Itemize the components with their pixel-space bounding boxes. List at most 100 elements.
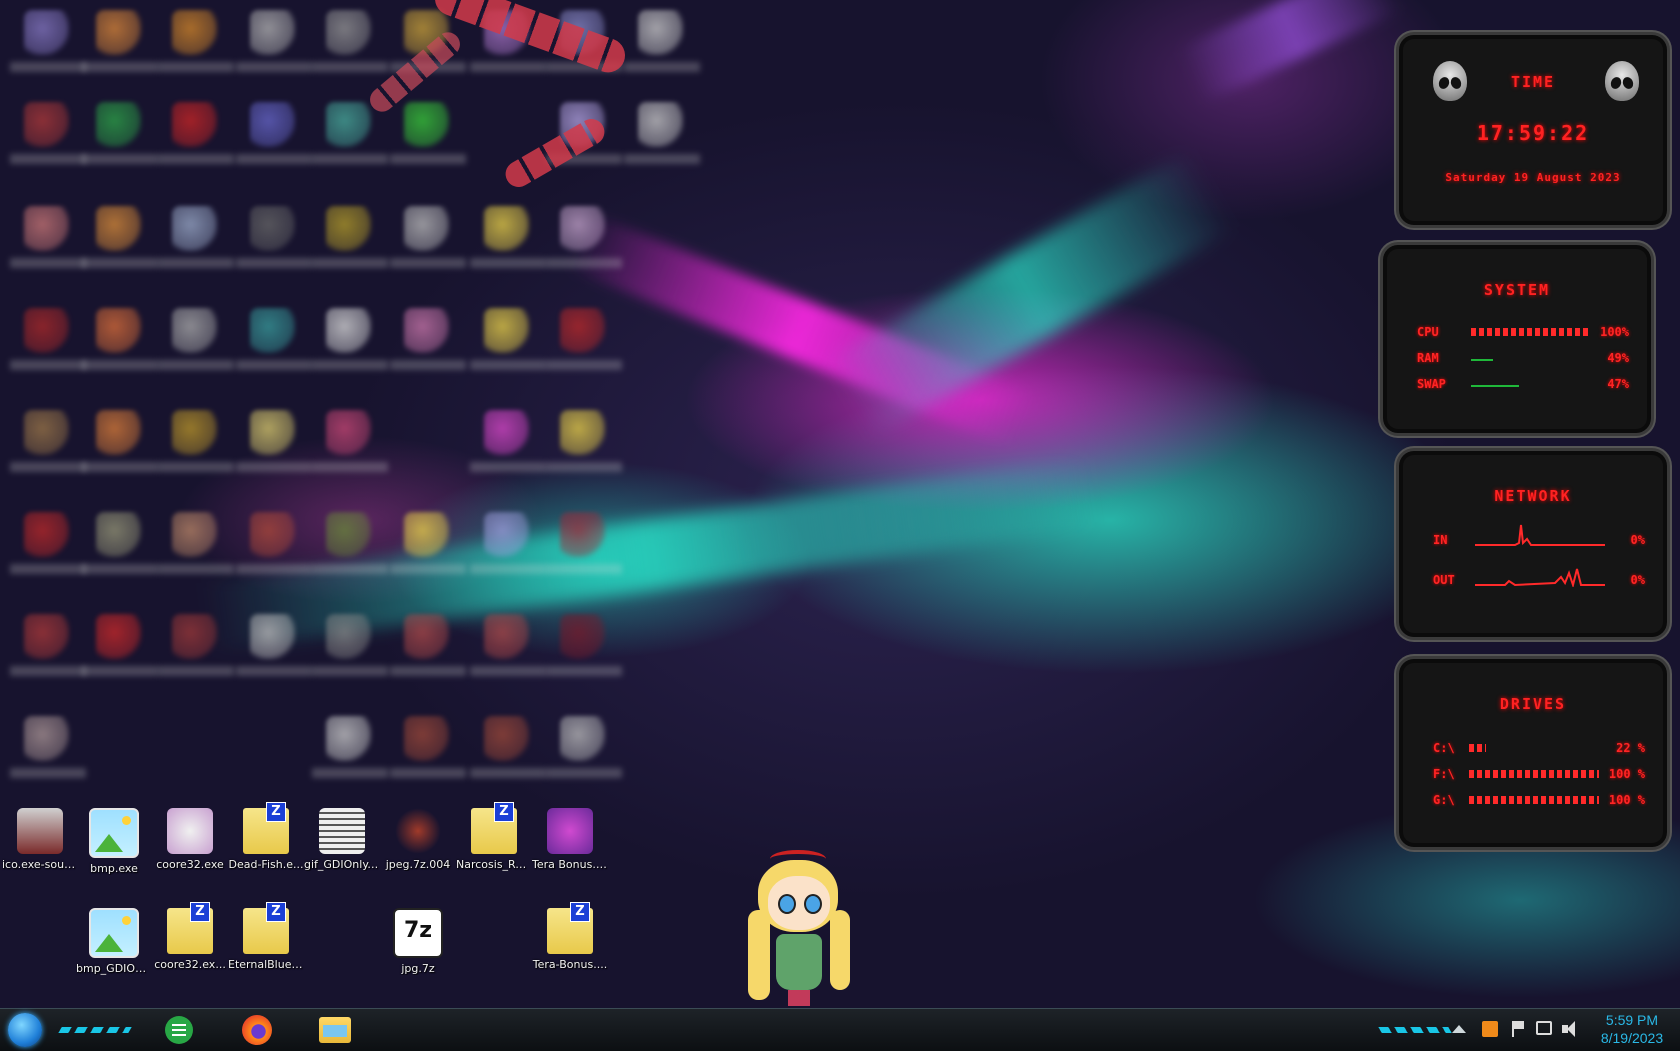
network-out-label: OUT (1433, 573, 1455, 587)
desktop-icon[interactable]: Z Narcosis_Re... (456, 802, 532, 871)
time-widget[interactable]: TIME 17:59:22 Saturday 19 August 2023 (1396, 32, 1670, 228)
taskbar-firefox[interactable] (238, 1013, 276, 1047)
show-hidden-icons-button[interactable] (1452, 1025, 1466, 1033)
glitched-desktop-icon[interactable] (158, 614, 234, 676)
network-widget[interactable]: NETWORK IN 0% OUT 0% (1396, 448, 1670, 640)
glitched-desktop-icon[interactable] (10, 410, 86, 472)
mascot-character-sticker (740, 850, 860, 1010)
desktop-icon[interactable]: gif_GDIOnly.7z (304, 808, 380, 871)
glitched-desktop-icon[interactable] (470, 614, 546, 676)
desktop-icon[interactable]: 7z jpg.7z (380, 908, 456, 975)
zip-folder-icon: Z (547, 902, 593, 954)
zip-folder-icon: Z (471, 802, 517, 854)
action-center-flag-icon[interactable] (1512, 1021, 1528, 1037)
glitched-desktop-icon[interactable] (470, 308, 546, 370)
system-widget[interactable]: SYSTEM CPU 100% RAM 49% SWAP 47% (1380, 242, 1654, 436)
desktop-icon-label: ico.exe-sour... (2, 858, 78, 871)
glitched-desktop-icon[interactable] (312, 410, 388, 472)
glitched-desktop-icon[interactable] (546, 512, 622, 574)
drive-row-value: 100 % (1608, 767, 1645, 781)
zip-badge-icon: Z (266, 802, 286, 822)
glitched-icon-label (390, 768, 466, 778)
glitched-desktop-icon[interactable] (312, 716, 388, 778)
glitched-desktop-icon[interactable] (546, 206, 622, 268)
desktop-icon[interactable]: Z EternalBlue.... (228, 902, 304, 971)
glitched-desktop-icon[interactable] (158, 410, 234, 472)
glitched-desktop-icon[interactable] (470, 206, 546, 268)
glitched-desktop-icon[interactable] (10, 512, 86, 574)
glitched-desktop-icon[interactable] (390, 206, 466, 268)
glitched-desktop-icon[interactable] (546, 614, 622, 676)
glitched-desktop-icon[interactable] (470, 512, 546, 574)
glitched-icon-label (10, 768, 86, 778)
glitched-desktop-icon[interactable] (546, 308, 622, 370)
drives-widget[interactable]: DRIVES C:\ 22 % F:\ 100 % G:\ 100 % (1396, 656, 1670, 850)
glitched-desktop-icon[interactable] (236, 410, 312, 472)
glitched-desktop-icon[interactable] (312, 206, 388, 268)
glitched-desktop-icon[interactable] (390, 512, 466, 574)
glitched-icon-label (82, 564, 158, 574)
glitched-desktop-icon[interactable] (82, 10, 158, 72)
tray-app-icon[interactable] (1482, 1021, 1498, 1037)
glitched-desktop-icon[interactable] (236, 614, 312, 676)
glitched-desktop-icon[interactable] (236, 206, 312, 268)
desktop-icon[interactable]: jpeg.7z.004 (380, 808, 456, 871)
glitched-desktop-icon[interactable] (624, 102, 700, 164)
taskbar-file-explorer[interactable] (316, 1013, 354, 1047)
glitched-desktop-icon[interactable] (10, 614, 86, 676)
glitched-desktop-icon[interactable] (158, 512, 234, 574)
desktop-icon[interactable]: Zcoore32.ex... (152, 902, 228, 971)
glitched-desktop-icon[interactable] (82, 614, 158, 676)
volume-tray-icon[interactable] (1562, 1021, 1578, 1037)
glitched-icon-label (10, 360, 86, 370)
glitched-desktop-icon[interactable] (390, 716, 466, 778)
desktop-icon[interactable]: coore32.exe (152, 808, 228, 871)
glitched-desktop-icon[interactable] (546, 716, 622, 778)
glitched-desktop-icon[interactable] (312, 308, 388, 370)
app-icon (547, 808, 593, 854)
glitched-desktop-icon[interactable] (10, 206, 86, 268)
desktop-icon[interactable]: Tera Bonus.exe (532, 808, 608, 871)
glitched-desktop-icon[interactable] (312, 614, 388, 676)
glitched-desktop-icon[interactable] (82, 206, 158, 268)
desktop-icon[interactable]: Z Dead-Fish.e... (228, 802, 304, 871)
glitched-desktop-icon[interactable] (158, 10, 234, 72)
taskbar-clock[interactable]: 5:59 PM 8/19/2023 (1588, 1011, 1676, 1047)
glitched-desktop-icon[interactable] (10, 102, 86, 164)
desktop-icon[interactable]: ico.exe-sour... (2, 808, 78, 871)
glitched-desktop-icon[interactable] (390, 308, 466, 370)
taskbar-notes-app[interactable] (160, 1013, 198, 1047)
glitched-desktop-icon[interactable] (236, 102, 312, 164)
glitched-desktop-icon[interactable] (158, 308, 234, 370)
glitched-desktop-icon[interactable] (390, 614, 466, 676)
glitched-desktop-icon[interactable] (158, 206, 234, 268)
glitched-desktop-icon[interactable] (470, 410, 546, 472)
glitched-desktop-icon[interactable] (82, 102, 158, 164)
glitched-desktop-icon[interactable] (236, 512, 312, 574)
desktop-icon-label: Tera-Bonus.... (532, 958, 608, 971)
glitched-desktop-icon[interactable] (236, 10, 312, 72)
glitched-desktop-icon[interactable] (82, 512, 158, 574)
glitched-desktop-icon[interactable] (82, 308, 158, 370)
desktop-icon-label: coore32.exe (156, 858, 224, 871)
desktop-icon[interactable]: Z Tera-Bonus.... (532, 902, 608, 971)
glitched-desktop-icon[interactable] (312, 512, 388, 574)
desktop-icon[interactable]: bmp.exe (76, 808, 152, 875)
glitched-desktop-icon[interactable] (158, 102, 234, 164)
taskbar-right-accent (1378, 1027, 1452, 1033)
network-tray-icon[interactable] (1536, 1021, 1552, 1035)
desktop-icon[interactable]: bmp_GDIOn... (76, 908, 152, 975)
start-button[interactable] (6, 1013, 44, 1047)
glitched-icon-label (390, 360, 466, 370)
glitched-desktop-icon[interactable] (470, 716, 546, 778)
desktop-icon-label: EternalBlue.... (228, 958, 304, 971)
glitched-desktop-icon[interactable] (10, 308, 86, 370)
system-row-value: 49% (1607, 351, 1629, 365)
archive-icon (319, 808, 365, 854)
glitched-desktop-icon[interactable] (82, 410, 158, 472)
glitched-desktop-icon[interactable] (546, 410, 622, 472)
glitched-desktop-icon[interactable] (624, 10, 700, 72)
glitched-desktop-icon[interactable] (10, 716, 86, 778)
glitched-desktop-icon[interactable] (10, 10, 86, 72)
glitched-desktop-icon[interactable] (236, 308, 312, 370)
